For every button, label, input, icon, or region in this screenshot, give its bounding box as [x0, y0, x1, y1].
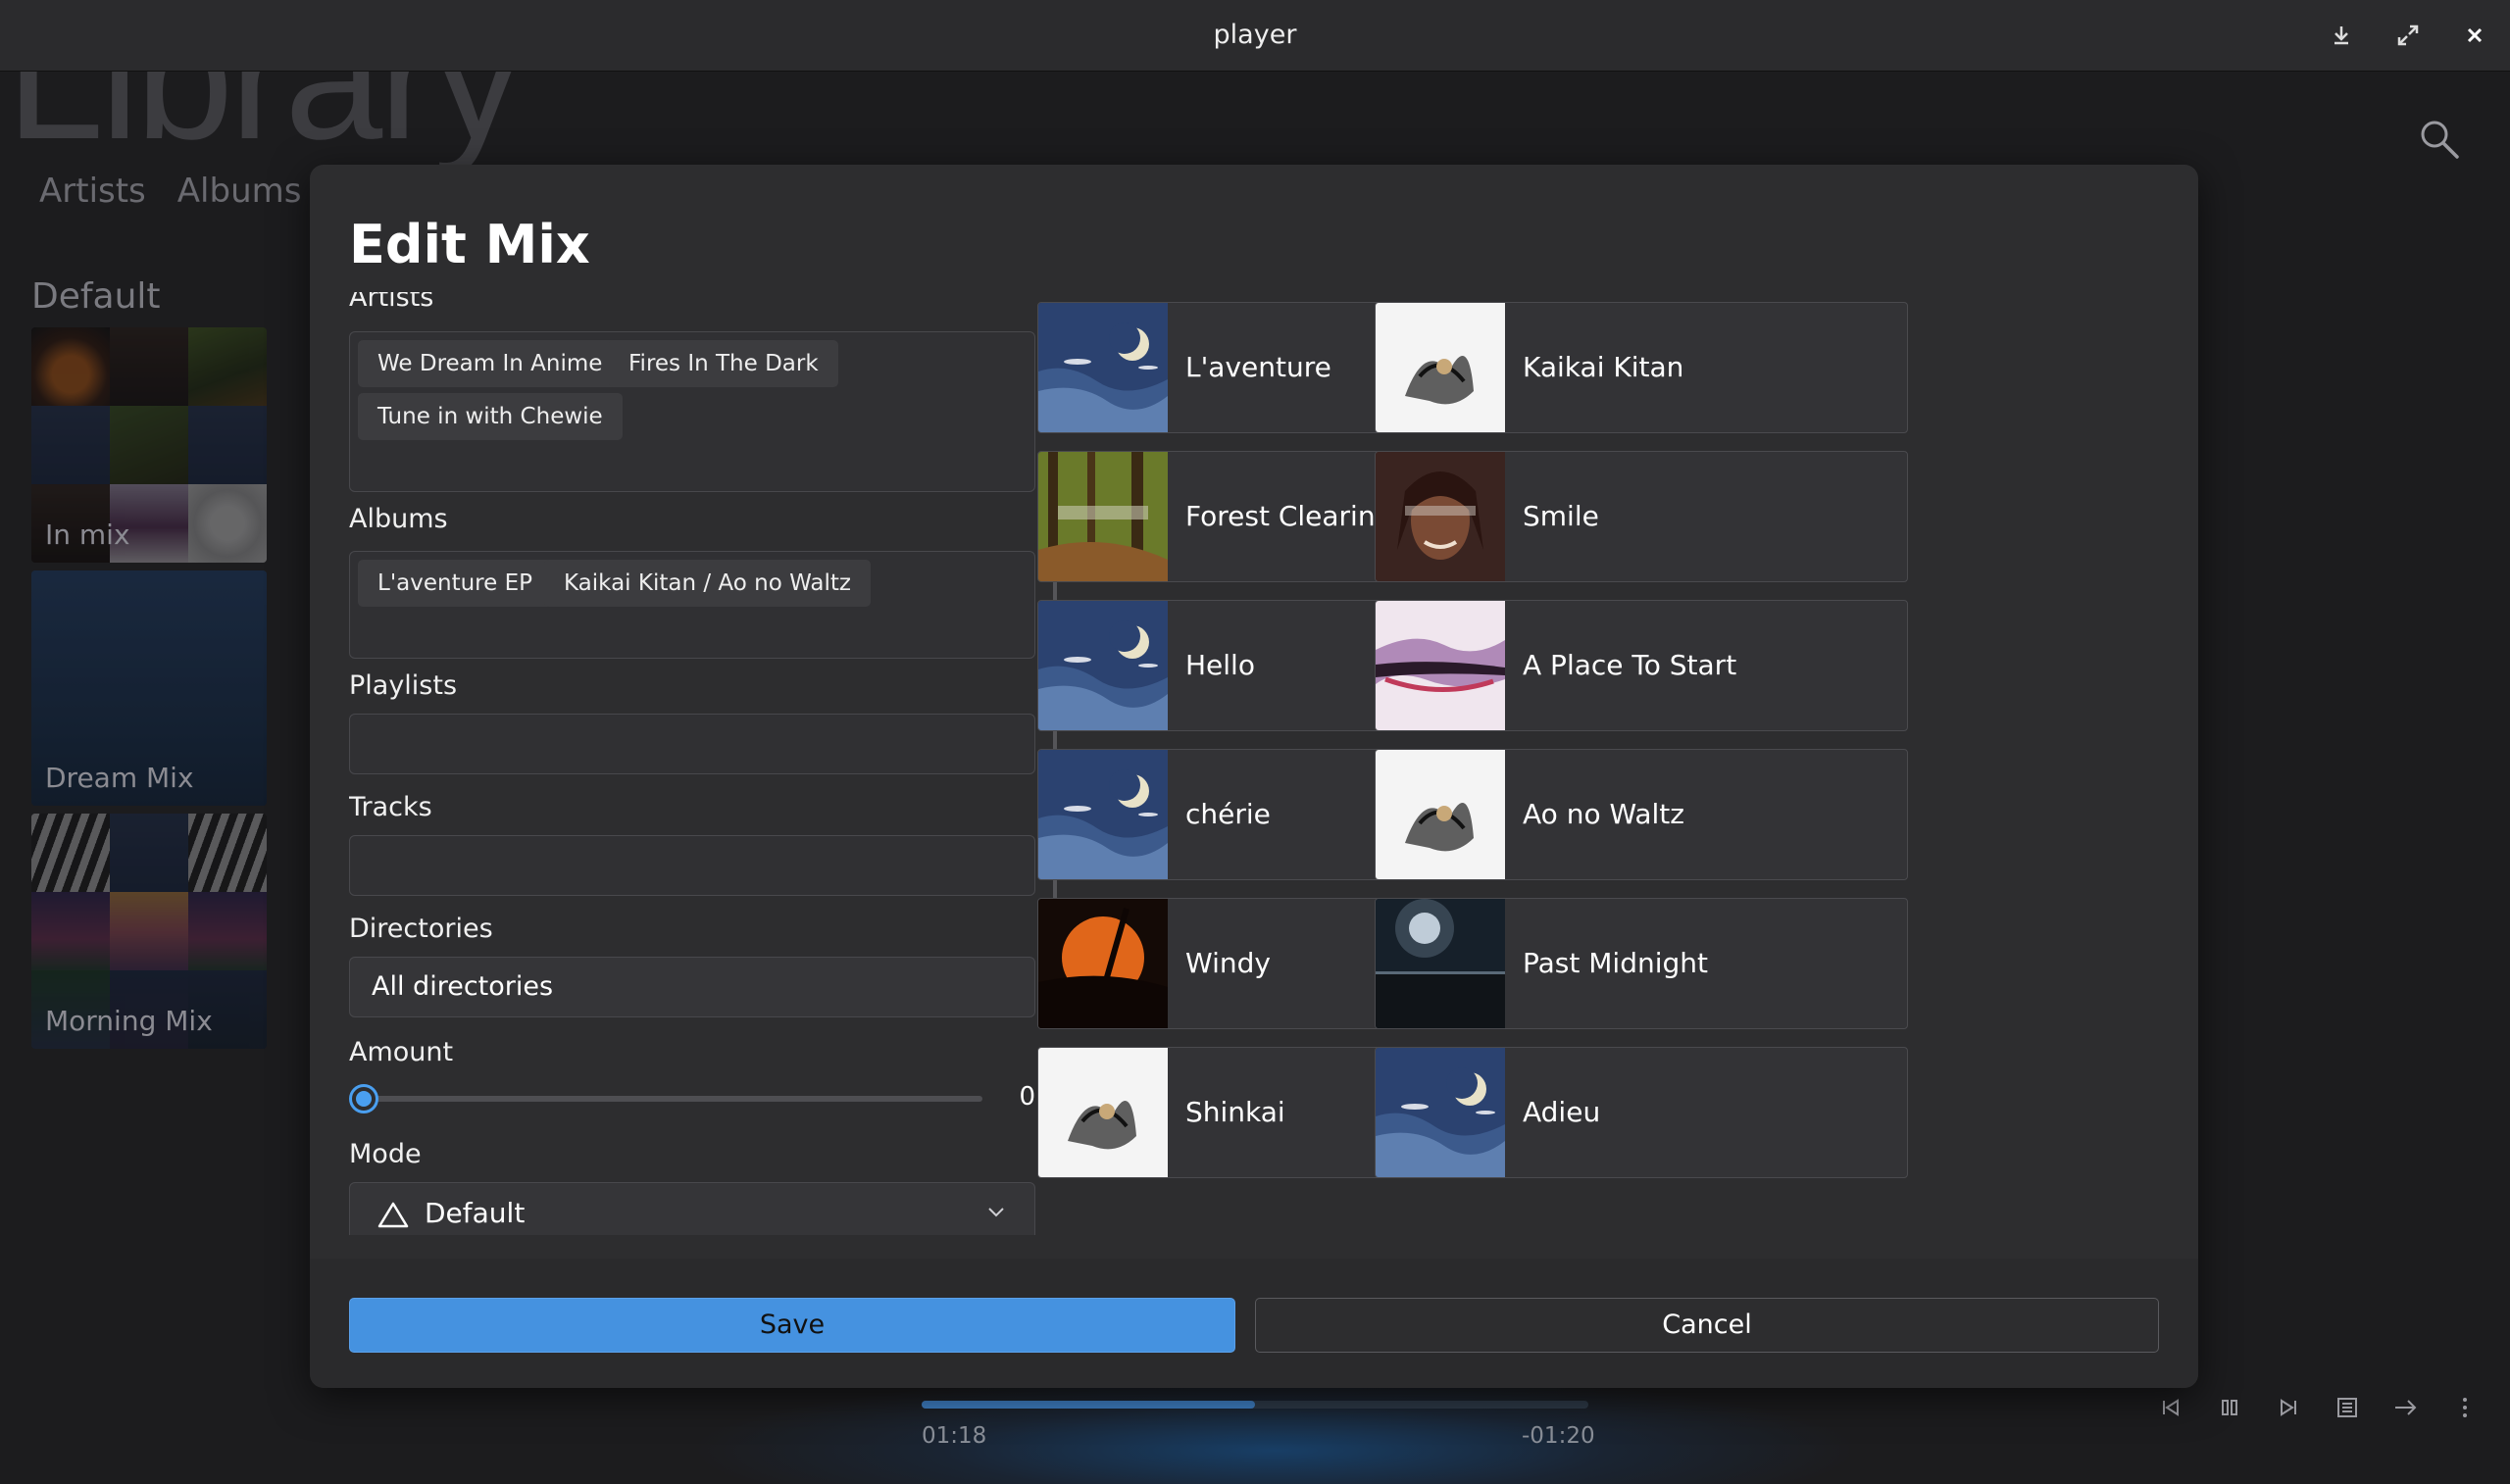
arrow-right-icon[interactable]: [2386, 1388, 2426, 1427]
track-name: Smile: [1523, 500, 1599, 532]
pause-icon[interactable]: [2210, 1388, 2249, 1427]
search-icon[interactable]: [2418, 118, 2461, 161]
album-art: [1376, 750, 1505, 879]
mix-card-morning-mix[interactable]: Morning Mix: [31, 814, 267, 1049]
track-tile[interactable]: Ao no Waltz: [1375, 749, 1908, 880]
tracks-label: Tracks: [349, 792, 432, 822]
mix-card-dream-mix[interactable]: Dream Mix: [31, 570, 267, 806]
artists-label: Artists: [349, 292, 434, 313]
remaining-time: -01:20: [1522, 1423, 1595, 1449]
track-name: Shinkai: [1185, 1096, 1285, 1128]
mode-value: Default: [425, 1197, 526, 1229]
amount-slider[interactable]: [369, 1096, 982, 1102]
mix-label: In mix: [45, 519, 130, 551]
player-glow: [686, 1372, 1863, 1484]
mix-form: Artists We Dream In Anime Fires In The D…: [349, 292, 1035, 1235]
progress-fill: [922, 1401, 1255, 1409]
album-art: [1376, 601, 1505, 730]
directories-label: Directories: [349, 914, 493, 944]
track-tile[interactable]: Kaikai Kitan: [1375, 302, 1908, 433]
mix-label: Dream Mix: [45, 762, 194, 794]
track-name: Windy: [1185, 947, 1271, 979]
artist-chip[interactable]: We Dream In Anime: [358, 340, 623, 387]
track-name: A Place To Start: [1523, 649, 1737, 681]
track-tile[interactable]: Adieu: [1375, 1047, 1908, 1178]
track-name: L'aventure: [1185, 351, 1331, 383]
close-icon[interactable]: [2457, 18, 2492, 53]
track-name: Hello: [1185, 649, 1255, 681]
album-art: [1038, 1048, 1168, 1177]
mode-label: Mode: [349, 1139, 422, 1169]
chevron-down-icon: [988, 1208, 1004, 1217]
track-tile[interactable]: Smile: [1375, 451, 1908, 582]
album-art: [1376, 452, 1505, 581]
edit-mix-dialog: Edit Mix Artists We Dream In Anime Fires…: [310, 165, 2198, 1388]
amount-label: Amount: [349, 1037, 454, 1067]
albums-label: Albums: [349, 504, 448, 534]
next-track-icon[interactable]: [2269, 1388, 2308, 1427]
queue-icon[interactable]: [2328, 1388, 2367, 1427]
album-art: [1038, 750, 1168, 879]
library-tabs: Artists Albums: [39, 172, 301, 211]
more-options-icon[interactable]: [2445, 1388, 2485, 1427]
mode-dropdown[interactable]: Default: [349, 1182, 1035, 1235]
track-name: Kaikai Kitan: [1523, 351, 1684, 383]
track-tile[interactable]: A Place To Start: [1375, 600, 1908, 731]
elapsed-time: 01:18: [922, 1423, 987, 1449]
triangle-icon: [377, 1202, 409, 1228]
track-name: Ao no Waltz: [1523, 798, 1684, 830]
tab-artists[interactable]: Artists: [39, 172, 146, 211]
album-chip[interactable]: L'aventure EP: [358, 560, 552, 607]
mix-label: Morning Mix: [45, 1005, 213, 1037]
album-art: [1376, 899, 1505, 1028]
amount-slider-handle[interactable]: [349, 1084, 378, 1113]
window-title: player: [1213, 20, 1297, 50]
download-icon[interactable]: [2324, 18, 2359, 53]
albums-field[interactable]: L'aventure EP Kaikai Kitan / Ao no Waltz: [349, 551, 1035, 659]
playlists-label: Playlists: [349, 670, 458, 701]
playlists-field[interactable]: [349, 714, 1035, 774]
track-name: Past Midnight: [1523, 947, 1708, 979]
dialog-title: Edit Mix: [349, 214, 590, 275]
album-art: [1376, 303, 1505, 432]
track-name: Forest Clearing: [1185, 500, 1393, 532]
save-button[interactable]: Save: [349, 1298, 1235, 1353]
artist-chip[interactable]: Tune in with Chewie: [358, 393, 623, 440]
title-bar: player: [0, 0, 2510, 72]
playback-progress-bar[interactable]: [922, 1401, 1588, 1409]
album-art: [1376, 1048, 1505, 1177]
section-default-label: Default: [31, 276, 161, 317]
album-chip[interactable]: Kaikai Kitan / Ao no Waltz: [544, 560, 871, 607]
tracks-field[interactable]: [349, 835, 1035, 896]
mix-card-in-mix[interactable]: In mix: [31, 327, 267, 563]
cancel-button[interactable]: Cancel: [1255, 1298, 2159, 1353]
artists-field[interactable]: We Dream In Anime Fires In The Dark Tune…: [349, 331, 1035, 492]
app-window: Library Artists Albums Default In mix Dr…: [0, 0, 2510, 1484]
album-art: [1038, 601, 1168, 730]
album-art: [1038, 899, 1168, 1028]
maximize-icon[interactable]: [2390, 18, 2426, 53]
tab-albums[interactable]: Albums: [177, 172, 302, 211]
previous-track-icon[interactable]: [2151, 1388, 2190, 1427]
track-name: chérie: [1185, 798, 1271, 830]
dialog-footer: Save Cancel: [310, 1259, 2198, 1388]
slider-handle-dot: [356, 1091, 372, 1107]
amount-value: 0: [1019, 1082, 1035, 1112]
track-tile[interactable]: Past Midnight: [1375, 898, 1908, 1029]
album-art: [1038, 303, 1168, 432]
artist-chip[interactable]: Fires In The Dark: [609, 340, 838, 387]
directories-select[interactable]: All directories: [349, 957, 1035, 1017]
album-art: [1038, 452, 1168, 581]
track-name: Adieu: [1523, 1096, 1601, 1128]
